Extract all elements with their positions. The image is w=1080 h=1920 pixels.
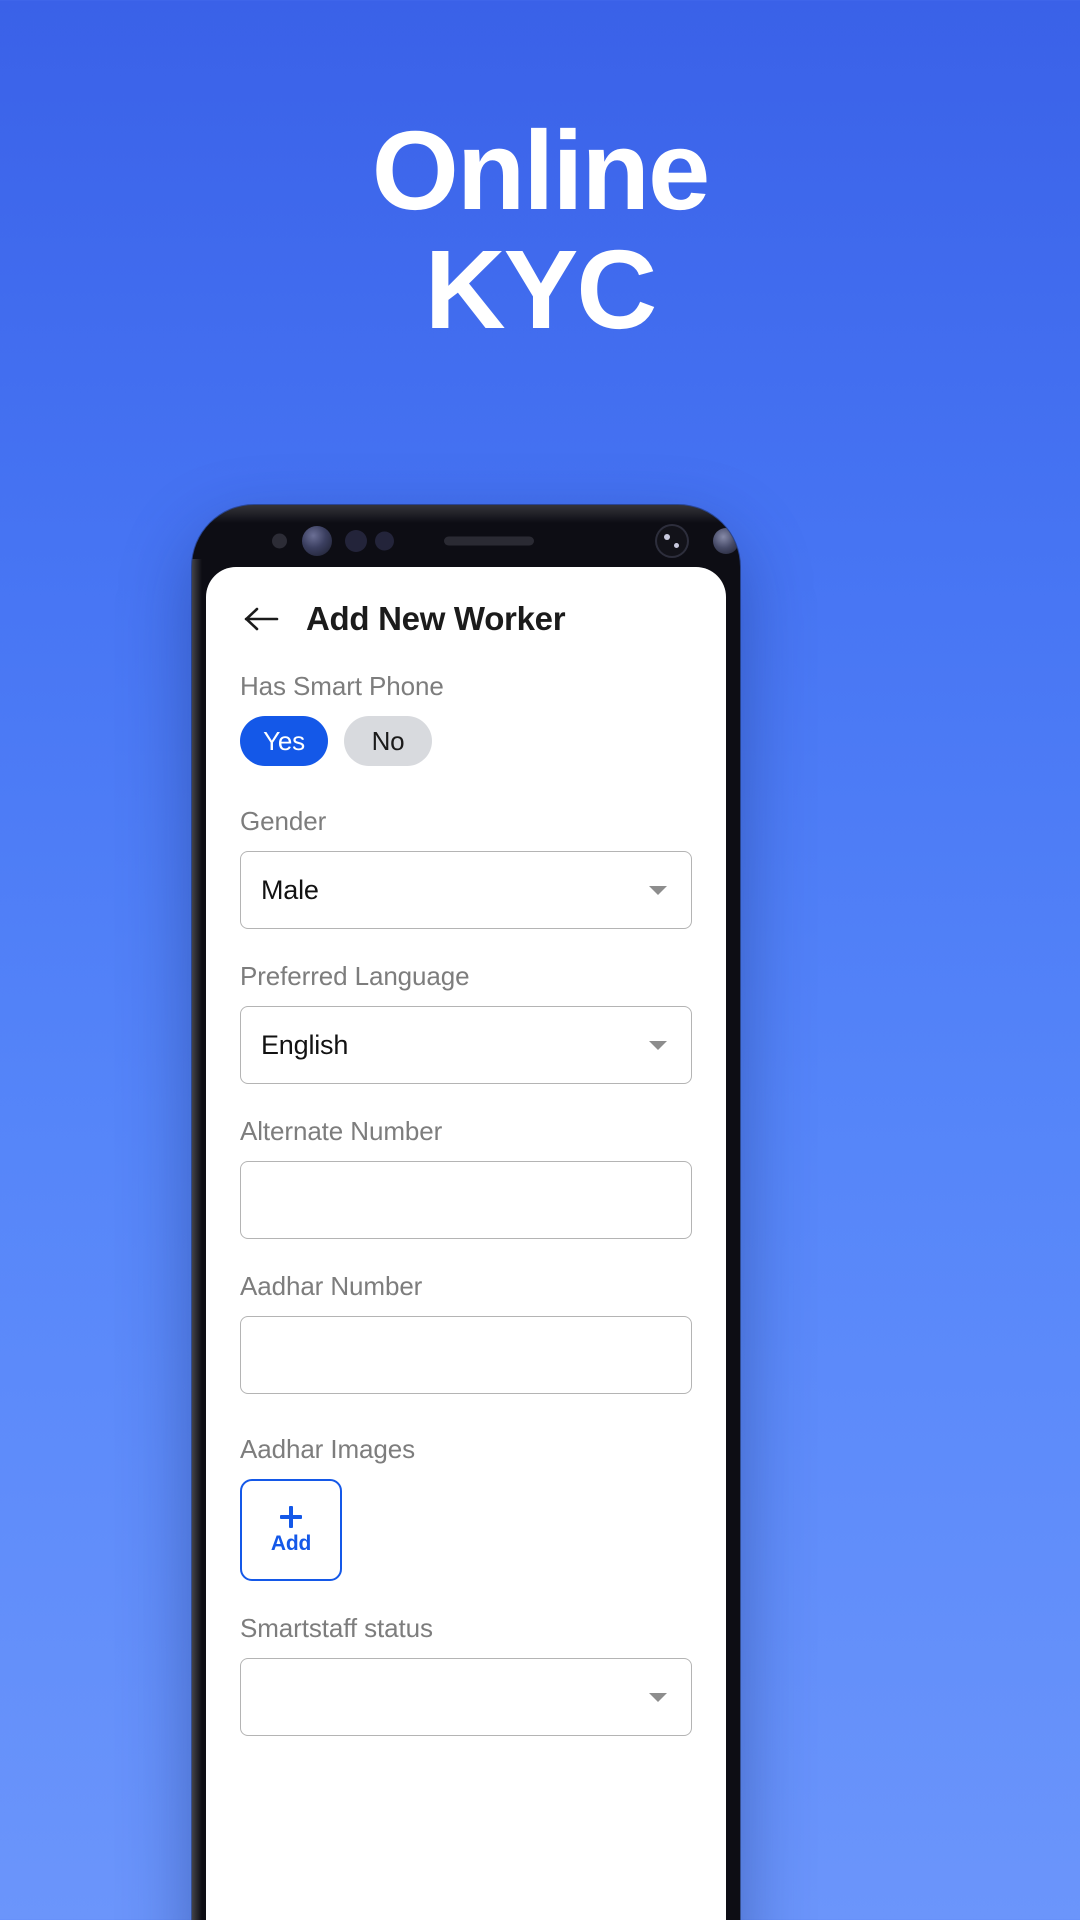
field-smartstaff-status: Smartstaff status bbox=[240, 1613, 692, 1736]
back-button[interactable] bbox=[240, 597, 284, 641]
iris-scanner-icon bbox=[302, 526, 332, 556]
field-gender: Gender Male bbox=[240, 806, 692, 929]
front-camera-icon bbox=[655, 524, 689, 558]
field-label-preferred-language: Preferred Language bbox=[240, 961, 470, 991]
arrow-left-icon bbox=[244, 607, 279, 631]
smart-phone-yes-option[interactable]: Yes bbox=[240, 716, 328, 766]
alternate-number-input[interactable] bbox=[240, 1161, 692, 1239]
phone-mockup: Add New Worker Has Smart Phone Yes No Ge… bbox=[192, 505, 740, 1920]
sensor-dot-icon bbox=[345, 530, 367, 552]
field-aadhar-images: Aadhar Images Add bbox=[240, 1434, 692, 1581]
field-alternate-number: Alternate Number bbox=[240, 1116, 692, 1239]
sensor-dot-secondary-icon bbox=[375, 531, 394, 551]
app-bar: Add New Worker bbox=[240, 567, 692, 665]
field-label-has-smart-phone: Has Smart Phone bbox=[240, 671, 444, 701]
add-aadhar-image-button[interactable]: Add bbox=[240, 1479, 342, 1581]
chevron-down-icon bbox=[649, 885, 667, 895]
chevron-down-icon bbox=[649, 1040, 667, 1050]
preferred-language-dropdown[interactable]: English bbox=[240, 1006, 692, 1084]
promo-headline: Online KYC bbox=[0, 108, 1080, 352]
proximity-sensor-icon bbox=[272, 533, 287, 549]
preferred-language-value: English bbox=[261, 1029, 349, 1060]
page-title: Add New Worker bbox=[306, 600, 566, 637]
promo-line-1: Online bbox=[371, 108, 710, 233]
led-indicator-icon bbox=[713, 528, 739, 554]
aadhar-number-input[interactable] bbox=[240, 1316, 692, 1394]
field-label-alternate-number: Alternate Number bbox=[240, 1116, 443, 1146]
promo-line-2: KYC bbox=[424, 226, 657, 352]
field-label-gender: Gender bbox=[240, 806, 327, 836]
field-has-smart-phone: Has Smart Phone Yes No bbox=[240, 671, 692, 766]
smart-phone-no-option[interactable]: No bbox=[344, 716, 432, 766]
app-screen: Add New Worker Has Smart Phone Yes No Ge… bbox=[206, 567, 726, 1920]
gender-dropdown[interactable]: Male bbox=[240, 851, 692, 929]
chevron-down-icon bbox=[649, 1692, 667, 1702]
add-aadhar-image-label: Add bbox=[270, 1532, 312, 1555]
field-label-aadhar-number: Aadhar Number bbox=[240, 1271, 423, 1301]
earpiece-speaker-icon bbox=[444, 536, 534, 546]
field-aadhar-number: Aadhar Number bbox=[240, 1271, 692, 1394]
bezel-edge-highlight bbox=[192, 559, 202, 1920]
field-preferred-language: Preferred Language English bbox=[240, 961, 692, 1084]
smart-phone-toggle-group: Yes No bbox=[240, 716, 692, 766]
smartstaff-status-dropdown[interactable] bbox=[240, 1658, 692, 1736]
field-label-smartstaff-status: Smartstaff status bbox=[240, 1613, 433, 1643]
gender-value: Male bbox=[261, 874, 319, 905]
field-label-aadhar-images: Aadhar Images bbox=[240, 1434, 416, 1464]
plus-icon bbox=[278, 1504, 304, 1530]
